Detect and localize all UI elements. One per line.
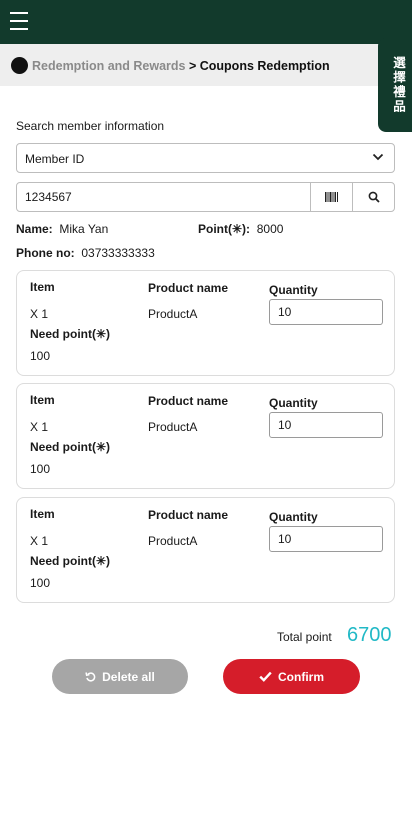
total-point-value: 6700	[347, 624, 392, 646]
quantity-input[interactable]	[269, 526, 383, 552]
circle-icon	[11, 57, 28, 74]
member-phone-label: Phone no:	[16, 246, 75, 260]
item-label: Item	[30, 507, 55, 521]
barcode-scan-button[interactable]	[310, 182, 353, 212]
search-button[interactable]	[352, 182, 395, 212]
top-bar	[0, 0, 412, 44]
member-name-label: Name:	[16, 222, 53, 236]
select-gift-tab-label: 選擇禮品	[391, 56, 405, 114]
undo-icon	[85, 672, 96, 682]
breadcrumb-separator: >	[185, 59, 200, 73]
breadcrumb: Redemption and Rewards > Coupons Redempt…	[32, 59, 330, 73]
redemption-item-card: Item Product name Quantity X 1 ProductA …	[16, 270, 395, 376]
barcode-icon	[324, 192, 338, 202]
product-name-label: Product name	[148, 394, 229, 408]
search-type-select[interactable]: Member ID	[16, 143, 395, 173]
product-name-value: ProductA	[148, 534, 198, 548]
delete-all-button[interactable]: Delete all	[52, 659, 188, 694]
need-point-value: 100	[30, 576, 51, 590]
need-point-label: Need point(✳)	[30, 554, 111, 568]
total-point-label: Total point	[277, 630, 332, 644]
hamburger-menu-icon[interactable]	[10, 12, 28, 30]
chevron-down-icon	[372, 153, 384, 161]
breadcrumb-parent[interactable]: Redemption and Rewards	[32, 59, 186, 73]
breadcrumb-current: Coupons Redemption	[199, 59, 330, 73]
confirm-button[interactable]: Confirm	[223, 659, 360, 694]
product-name-value: ProductA	[148, 420, 198, 434]
item-count: X 1	[30, 307, 49, 321]
item-count: X 1	[30, 534, 49, 548]
select-gift-tab[interactable]: 選擇禮品	[378, 38, 412, 132]
member-phone-value: 03733333333	[81, 246, 155, 260]
item-count: X 1	[30, 420, 49, 434]
quantity-label: Quantity	[269, 510, 318, 524]
breadcrumb-bar: Redemption and Rewards > Coupons Redempt…	[0, 44, 412, 86]
member-point-value: 8000	[256, 222, 284, 236]
redemption-item-card: Item Product name Quantity X 1 ProductA …	[16, 383, 395, 489]
member-name-value: Mika Yan	[59, 222, 109, 236]
product-name-label: Product name	[148, 281, 229, 295]
member-id-input[interactable]	[16, 182, 311, 212]
search-icon	[368, 191, 380, 203]
product-name-value: ProductA	[148, 307, 198, 321]
redemption-item-card: Item Product name Quantity X 1 ProductA …	[16, 497, 395, 603]
quantity-input[interactable]	[269, 412, 383, 438]
need-point-label: Need point(✳)	[30, 327, 111, 341]
product-name-label: Product name	[148, 508, 229, 522]
confirm-label: Confirm	[278, 669, 324, 684]
member-point: Point(✳): 8000	[198, 222, 283, 236]
delete-all-label: Delete all	[102, 669, 155, 684]
member-phone: Phone no: 03733333333	[16, 246, 155, 260]
need-point-value: 100	[30, 349, 51, 363]
item-label: Item	[30, 280, 55, 294]
need-point-value: 100	[30, 462, 51, 476]
member-point-label: Point(✳):	[198, 222, 251, 236]
quantity-input[interactable]	[269, 299, 383, 325]
check-icon	[259, 671, 272, 682]
item-label: Item	[30, 393, 55, 407]
quantity-label: Quantity	[269, 396, 318, 410]
member-name: Name: Mika Yan	[16, 222, 108, 236]
need-point-label: Need point(✳)	[30, 440, 111, 454]
quantity-label: Quantity	[269, 283, 318, 297]
search-member-label: Search member information	[16, 119, 165, 133]
search-type-value: Member ID	[25, 152, 85, 166]
